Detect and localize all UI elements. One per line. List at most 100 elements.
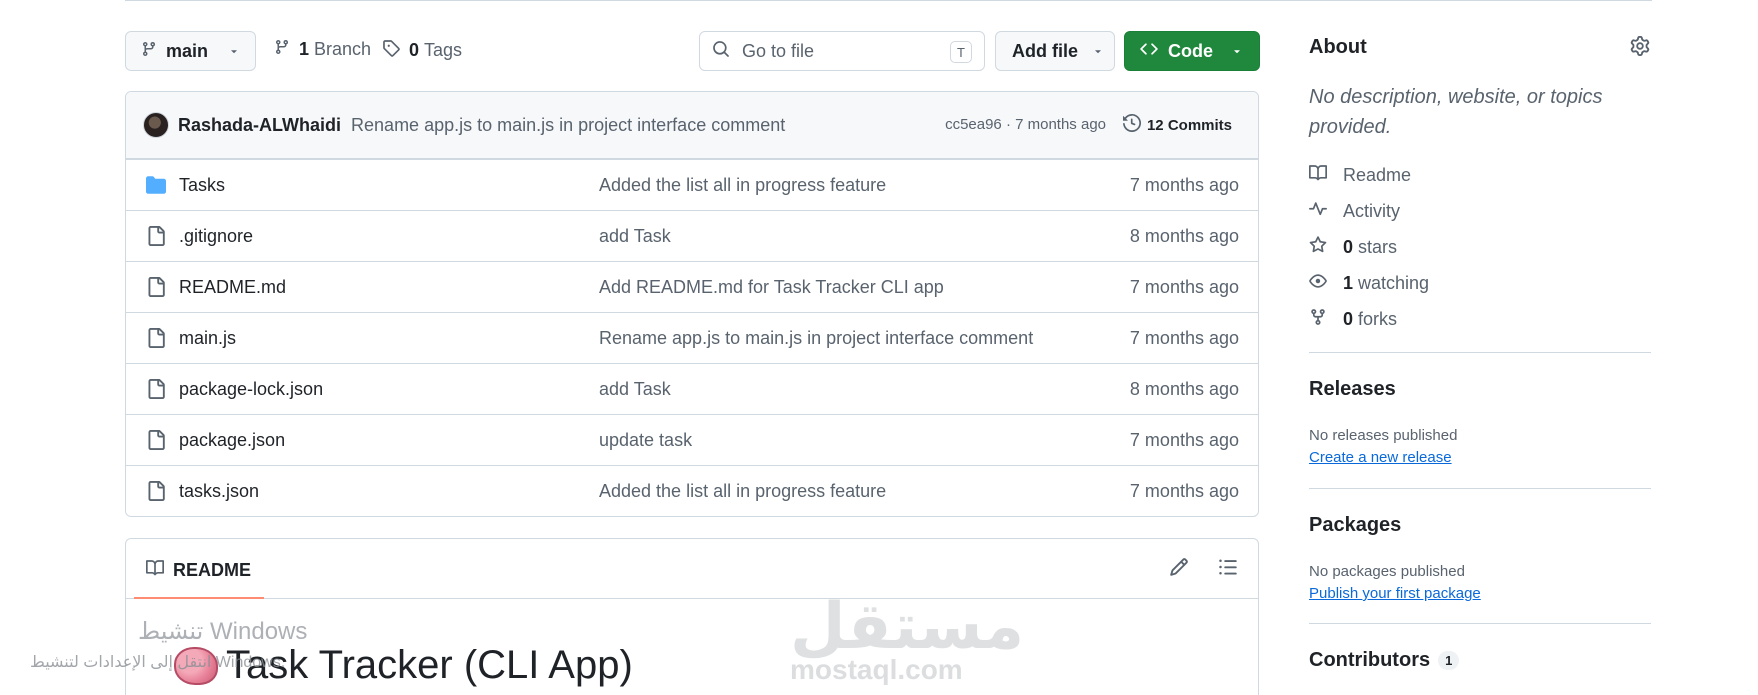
file-row[interactable]: .gitignore add Task 8 months ago <box>126 210 1258 261</box>
file-commit-message[interactable]: Added the list all in progress feature <box>599 481 886 502</box>
code-button[interactable]: Code <box>1124 31 1260 71</box>
file-icon <box>146 328 166 353</box>
commit-hash-time[interactable]: cc5ea96 · 7 months ago <box>945 116 1106 133</box>
readme-sidebar-link[interactable]: Readme <box>1309 164 1411 187</box>
file-commit-message[interactable]: Added the list all in progress feature <box>599 175 886 196</box>
git-branch-icon <box>274 39 290 60</box>
file-icon <box>146 226 166 251</box>
branch-count: 1 <box>299 39 310 59</box>
readme-tab-label: README <box>173 560 252 580</box>
create-release-link[interactable]: Create a new release <box>1309 449 1452 466</box>
file-age: 7 months ago <box>1129 481 1239 501</box>
commit-message-link[interactable]: Rename app.js to main.js in project inte… <box>351 115 785 136</box>
about-description: No description, website, or topics provi… <box>1309 86 1603 138</box>
stars-link[interactable]: 0 stars <box>1309 236 1397 259</box>
pulse-icon <box>1309 200 1327 223</box>
add-file-label: Add file <box>1012 40 1078 61</box>
file-commit-message[interactable]: Rename app.js to main.js in project inte… <box>599 328 1033 349</box>
branch-select-button[interactable]: main <box>125 31 256 71</box>
file-commit-message[interactable]: update task <box>599 430 692 451</box>
file-age: 8 months ago <box>1129 226 1239 246</box>
git-branch-icon <box>141 41 157 62</box>
gear-icon[interactable] <box>1630 36 1650 61</box>
sidebar-divider <box>1309 623 1651 624</box>
active-tab-indicator <box>134 597 264 599</box>
activity-link-label: Activity <box>1343 201 1401 221</box>
forks-text: 0 forks <box>1343 309 1397 330</box>
tag-count: 0 <box>409 40 420 60</box>
sidebar-divider <box>1309 352 1651 353</box>
branch-name: main <box>166 40 209 61</box>
chevron-down-icon <box>228 45 240 57</box>
forks-link[interactable]: 0 forks <box>1309 308 1397 331</box>
mostaql-watermark-domain: mostaql.com <box>790 654 963 685</box>
tags-link[interactable]: 0 Tags <box>382 39 462 62</box>
book-icon <box>1309 164 1328 187</box>
stars-text: 0 stars <box>1343 237 1397 258</box>
commit-author-link[interactable]: Rashada-ALWhaidi <box>178 115 341 136</box>
readme-header: README <box>126 539 1258 599</box>
activity-link[interactable]: Activity <box>1309 200 1400 223</box>
publish-package-link[interactable]: Publish your first package <box>1309 585 1481 602</box>
file-name-link[interactable]: main.js <box>179 328 236 349</box>
file-row[interactable]: tasks.json Added the list all in progres… <box>126 465 1258 516</box>
contributors-count-badge: 1 <box>1438 651 1460 670</box>
file-age: 7 months ago <box>1129 430 1239 450</box>
history-icon <box>1122 113 1141 136</box>
file-age: 7 months ago <box>1129 328 1239 348</box>
readme-link-label: Readme <box>1343 165 1412 185</box>
file-name-link[interactable]: .gitignore <box>179 226 253 247</box>
eye-icon <box>1309 272 1327 295</box>
add-file-button[interactable]: Add file <box>995 31 1115 71</box>
sidebar-divider <box>1309 488 1651 489</box>
readme-heading-text: Task Tracker (CLI App) <box>226 643 633 687</box>
stars-label: stars <box>1358 237 1398 257</box>
readme-tab[interactable]: README <box>146 559 251 582</box>
go-to-file-input[interactable]: Go to file T <box>699 31 985 71</box>
search-icon <box>712 40 730 63</box>
file-row[interactable]: package-lock.json add Task 8 months ago <box>126 363 1258 414</box>
releases-heading[interactable]: Releases <box>1309 378 1396 401</box>
file-commit-message[interactable]: add Task <box>599 379 671 400</box>
shortcut-key-hint: T <box>950 41 972 63</box>
chevron-down-icon <box>1231 45 1243 57</box>
book-icon <box>146 559 165 582</box>
file-name-link[interactable]: Tasks <box>179 175 225 196</box>
pencil-icon[interactable] <box>1169 557 1189 582</box>
chevron-down-icon <box>1092 45 1104 57</box>
tag-icon <box>382 39 400 62</box>
file-row[interactable]: README.md Add README.md for Task Tracker… <box>126 261 1258 312</box>
file-name-link[interactable]: package-lock.json <box>179 379 323 400</box>
branches-link[interactable]: 1 Branch <box>274 39 371 60</box>
repo-forked-icon <box>1309 308 1327 331</box>
file-commit-message[interactable]: Add README.md for Task Tracker CLI app <box>599 277 944 298</box>
about-heading: About <box>1309 36 1367 58</box>
tag-label: Tags <box>424 40 463 60</box>
packages-heading[interactable]: Packages <box>1309 514 1401 537</box>
branch-label: Branch <box>314 39 372 59</box>
stars-count: 0 <box>1343 237 1354 257</box>
file-age: 7 months ago <box>1129 175 1239 195</box>
list-unordered-icon[interactable] <box>1218 557 1238 582</box>
file-row[interactable]: main.js Rename app.js to main.js in proj… <box>126 312 1258 363</box>
star-icon <box>1309 236 1327 259</box>
windows-activation-hint: انتقل إلى الإعدادات لتنشيط Windows. <box>30 654 286 671</box>
file-name-link[interactable]: README.md <box>179 277 286 298</box>
top-divider <box>125 0 1652 1</box>
go-to-file-placeholder: Go to file <box>742 40 815 61</box>
contributors-heading[interactable]: Contributors 1 <box>1309 649 1460 672</box>
watching-label: watching <box>1358 273 1430 293</box>
mostaql-watermark-logo: مستقل <box>790 590 1025 664</box>
file-icon <box>146 379 166 404</box>
commits-count-label: 12 Commits <box>1146 116 1232 134</box>
watching-link[interactable]: 1 watching <box>1309 272 1429 295</box>
file-commit-message[interactable]: add Task <box>599 226 671 247</box>
avatar[interactable] <box>143 112 169 138</box>
file-name-link[interactable]: package.json <box>179 430 285 451</box>
file-icon <box>146 430 166 455</box>
file-row[interactable]: Tasks Added the list all in progress fea… <box>126 159 1258 210</box>
file-row[interactable]: package.json update task 7 months ago <box>126 414 1258 465</box>
file-name-link[interactable]: tasks.json <box>179 481 259 502</box>
commits-link[interactable]: 12 Commits <box>1122 113 1232 136</box>
releases-status: No releases published <box>1309 427 1458 444</box>
